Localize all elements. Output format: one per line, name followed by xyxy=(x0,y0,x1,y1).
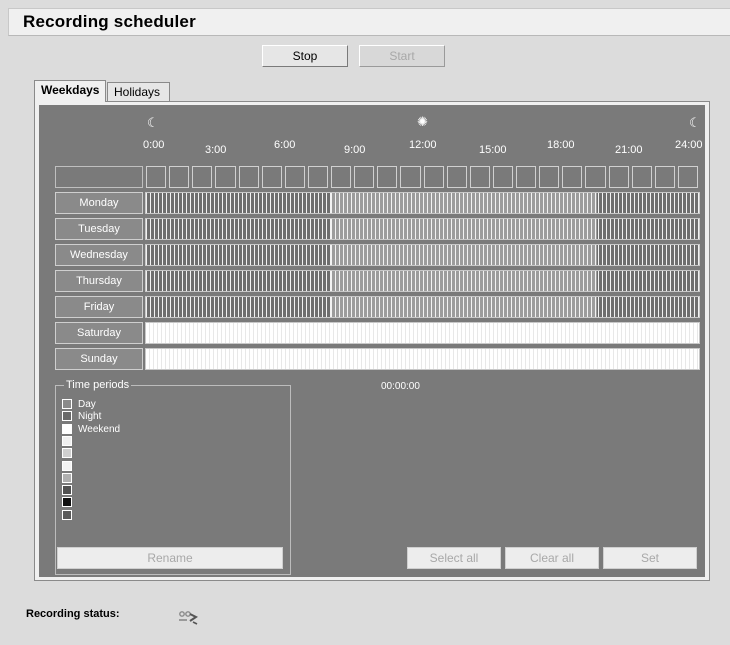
day-label[interactable]: Friday xyxy=(55,296,143,318)
time-mark: 0:00 xyxy=(143,139,165,151)
legend-swatch[interactable] xyxy=(62,497,72,508)
rename-button[interactable]: Rename xyxy=(57,547,283,569)
hour-cell[interactable] xyxy=(539,166,560,188)
hour-cell[interactable] xyxy=(400,166,421,188)
day-schedule-bar[interactable] xyxy=(145,296,700,318)
page-title: Recording scheduler xyxy=(23,12,196,31)
moon-icon: ☾ xyxy=(147,115,159,130)
tab-weekdays[interactable]: Weekdays xyxy=(34,80,106,102)
legend-swatch[interactable] xyxy=(62,509,72,520)
set-button[interactable]: Set xyxy=(603,547,697,569)
hour-cell[interactable] xyxy=(446,166,467,188)
moon-icon: ☾ xyxy=(689,115,701,130)
day-schedule-bar[interactable] xyxy=(145,192,700,214)
hour-cell[interactable] xyxy=(192,166,213,188)
hour-cell[interactable] xyxy=(215,166,236,188)
stop-button[interactable]: Stop xyxy=(262,45,348,67)
hour-cell[interactable] xyxy=(331,166,352,188)
hour-cell[interactable] xyxy=(377,166,398,188)
legend-label: Weekend xyxy=(78,423,121,435)
legend-label: Day xyxy=(78,399,96,410)
header-blank-cell xyxy=(55,166,143,188)
hour-cell[interactable] xyxy=(492,166,513,188)
hour-cell[interactable] xyxy=(654,166,675,188)
day-label[interactable]: Sunday xyxy=(55,348,143,370)
time-mark: 24:00 xyxy=(675,139,703,151)
legend-label: Night xyxy=(78,411,102,423)
hour-cell[interactable] xyxy=(631,166,652,188)
day-period-segment xyxy=(331,297,597,317)
time-mark: 6:00 xyxy=(274,139,296,151)
hour-cell[interactable] xyxy=(423,166,444,188)
day-label[interactable]: Tuesday xyxy=(55,218,143,240)
hour-cell[interactable] xyxy=(677,166,698,188)
schedule-area: ☾ ✺ ☾ 0:00 3:00 6:00 9:00 12:00 15:00 18… xyxy=(39,105,705,577)
day-schedule-bar[interactable] xyxy=(145,322,700,344)
hour-cell[interactable] xyxy=(585,166,606,188)
legend-swatch[interactable] xyxy=(62,423,72,434)
legend-swatch[interactable] xyxy=(62,472,72,483)
legend-swatch[interactable] xyxy=(62,411,72,422)
time-mark: 21:00 xyxy=(615,144,643,156)
legend-title: Time periods xyxy=(64,379,132,391)
recording-status-label: Recording status: xyxy=(26,608,120,620)
time-mark: 12:00 xyxy=(409,139,437,151)
time-mark: 15:00 xyxy=(479,144,507,156)
legend-swatch[interactable] xyxy=(62,448,72,459)
legend-swatch[interactable] xyxy=(62,399,72,409)
hour-cell[interactable] xyxy=(354,166,375,188)
recording-scheduler-page: Recording scheduler Stop Start Weekdays … xyxy=(0,0,730,645)
sun-icon: ✺ xyxy=(417,114,428,129)
legend-swatch[interactable] xyxy=(62,460,72,471)
day-period-segment xyxy=(331,193,597,213)
recording-status-icon xyxy=(176,608,202,626)
day-period-segment xyxy=(331,271,597,291)
day-schedule-bar[interactable] xyxy=(145,218,700,240)
title-bar: Recording scheduler xyxy=(8,8,730,36)
start-button[interactable]: Start xyxy=(359,45,445,67)
legend-swatch[interactable] xyxy=(62,435,72,446)
hour-cell[interactable] xyxy=(238,166,259,188)
time-mark: 9:00 xyxy=(344,144,366,156)
day-period-segment xyxy=(331,219,597,239)
clear-all-button[interactable]: Clear all xyxy=(505,547,599,569)
select-all-button[interactable]: Select all xyxy=(407,547,501,569)
hour-cell[interactable] xyxy=(516,166,537,188)
hour-cell[interactable] xyxy=(608,166,629,188)
day-schedule-bar[interactable] xyxy=(145,270,700,292)
day-label[interactable]: Thursday xyxy=(55,270,143,292)
time-mark: 18:00 xyxy=(547,139,575,151)
day-label[interactable]: Saturday xyxy=(55,322,143,344)
day-period-segment xyxy=(331,245,597,265)
day-label[interactable]: Wednesday xyxy=(55,244,143,266)
hour-cell[interactable] xyxy=(469,166,490,188)
day-label[interactable]: Monday xyxy=(55,192,143,214)
selected-time: 00:00:00 xyxy=(381,381,420,392)
hour-cell[interactable] xyxy=(284,166,305,188)
day-schedule-bar[interactable] xyxy=(145,348,700,370)
tab-holidays[interactable]: Holidays xyxy=(107,82,170,101)
hour-cell[interactable] xyxy=(307,166,328,188)
day-schedule-bar[interactable] xyxy=(145,244,700,266)
hour-cell[interactable] xyxy=(169,166,190,188)
hour-cell[interactable] xyxy=(261,166,282,188)
hour-cell[interactable] xyxy=(146,166,167,188)
legend-swatch[interactable] xyxy=(62,485,72,496)
hour-cell[interactable] xyxy=(562,166,583,188)
time-mark: 3:00 xyxy=(205,144,227,156)
scheduler-panel: ☾ ✺ ☾ 0:00 3:00 6:00 9:00 12:00 15:00 18… xyxy=(34,101,710,581)
